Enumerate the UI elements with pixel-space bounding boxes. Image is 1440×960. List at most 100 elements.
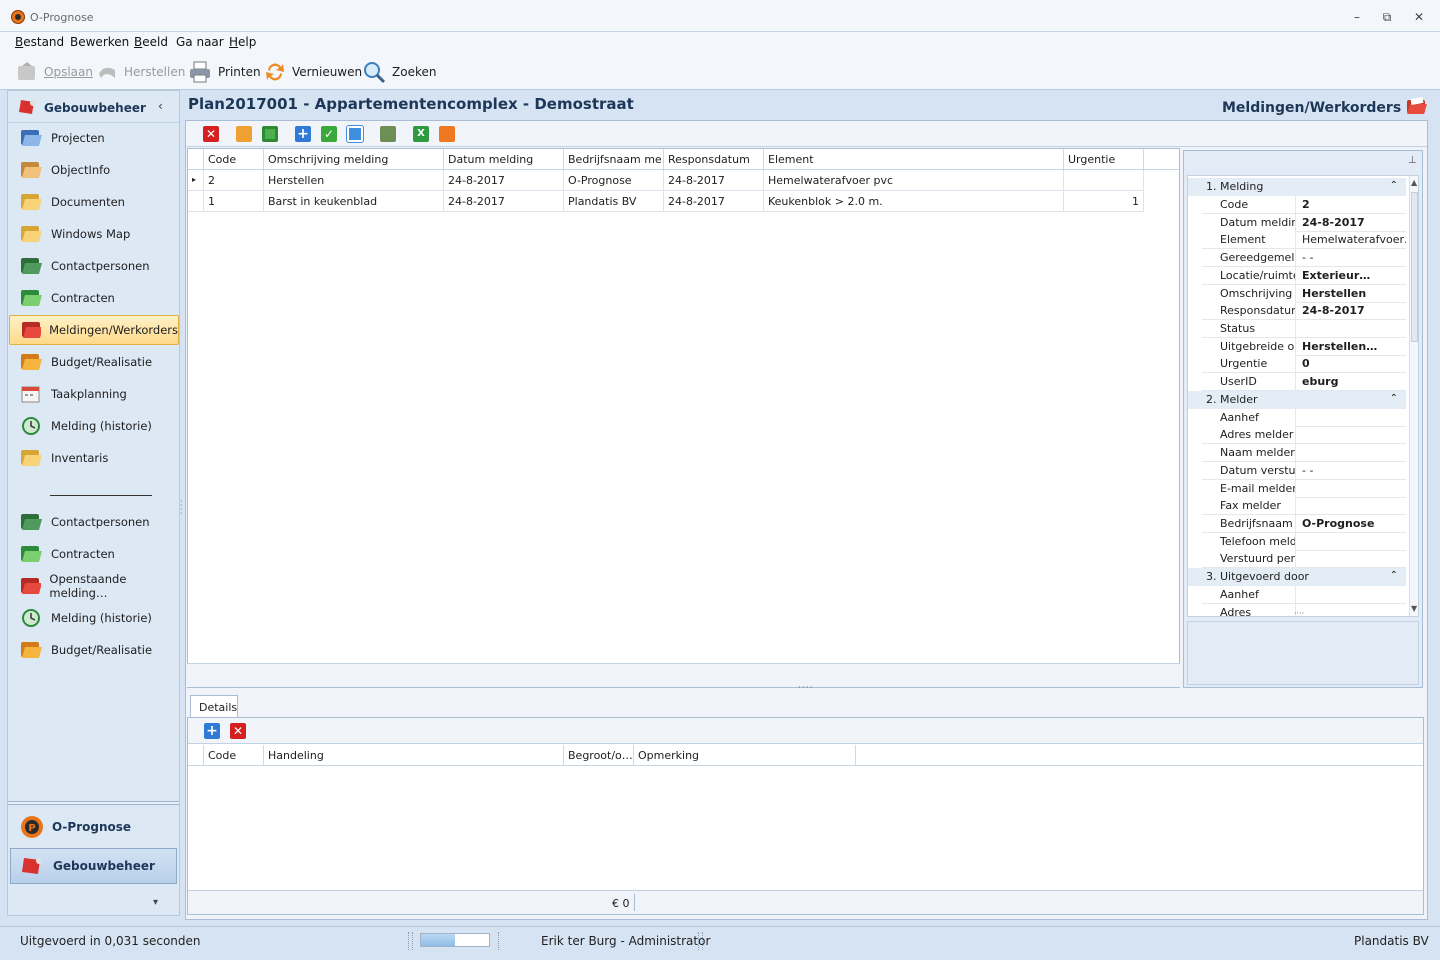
chevron-up-icon[interactable]: ⌃: [1390, 393, 1398, 404]
property-value[interactable]: [1297, 426, 1406, 443]
sidebar-item-budget-realisatie[interactable]: Budget/Realisatie: [9, 635, 179, 665]
nav-splitter[interactable]: [8, 801, 179, 805]
sidebar-item-contracten[interactable]: Contracten: [9, 539, 179, 569]
property-row[interactable]: Status: [1202, 319, 1406, 338]
window-icon[interactable]: [262, 126, 278, 142]
property-category[interactable]: 2. Melder ⌃: [1188, 390, 1406, 409]
document-icon[interactable]: [346, 125, 364, 143]
column-header-urgentie[interactable]: Urgentie: [1064, 149, 1144, 170]
property-value[interactable]: Exterieur…: [1297, 267, 1406, 284]
property-value[interactable]: [1297, 586, 1406, 603]
grid-view-icon[interactable]: [380, 126, 396, 142]
property-row[interactable]: Element Hemelwaterafvoer…: [1202, 231, 1406, 250]
menu-beeld[interactable]: Beeld: [134, 35, 168, 49]
property-value[interactable]: 2: [1297, 196, 1406, 213]
delete-icon[interactable]: ✕: [203, 126, 219, 142]
print-button[interactable]: Printen: [188, 60, 261, 84]
table-row[interactable]: 1 Barst in keukenblad 24-8-2017 Plandatis B…: [188, 191, 1179, 212]
property-category[interactable]: 1. Melding ⌃: [1188, 178, 1406, 196]
sidebar-item-inventaris[interactable]: Inventaris: [9, 443, 179, 473]
property-row[interactable]: Omschrijving meHerstellen: [1202, 284, 1406, 303]
sidebar-item-melding-historie[interactable]: Melding (historie): [9, 411, 179, 441]
chevron-up-icon[interactable]: ⌃: [1390, 180, 1398, 191]
horizontal-splitter[interactable]: ····: [798, 683, 813, 693]
property-value[interactable]: [1297, 497, 1406, 514]
pin-icon[interactable]: ⊥: [1408, 155, 1417, 166]
sidebar-item-budget-realisatie[interactable]: Budget/Realisatie: [9, 347, 179, 377]
undo-button[interactable]: Herstellen: [96, 60, 185, 84]
property-row[interactable]: Aanhef: [1202, 408, 1406, 427]
vertical-splitter[interactable]: · · · ·: [180, 498, 184, 518]
property-row[interactable]: E-mail melder: [1202, 479, 1406, 498]
column-header-datum[interactable]: Datum melding: [444, 149, 564, 170]
property-value[interactable]: 0: [1297, 355, 1406, 372]
column-header-code[interactable]: Code: [204, 149, 264, 170]
sidebar-item-windows-map[interactable]: Windows Map: [9, 219, 179, 249]
sidebar-item-melding-historie[interactable]: Melding (historie): [9, 603, 179, 633]
print-small-icon[interactable]: [439, 126, 455, 142]
refresh-button[interactable]: Vernieuwen: [264, 60, 362, 84]
sidebar-item-objectinfo[interactable]: ObjectInfo: [9, 155, 179, 185]
sidebar-item-taakplanning[interactable]: Taakplanning: [9, 379, 179, 409]
chevron-up-icon[interactable]: ⌃: [1390, 570, 1398, 581]
property-row[interactable]: Code 2: [1202, 196, 1406, 214]
property-row[interactable]: Locatie/ruimte Exterieur…: [1202, 266, 1406, 285]
property-row[interactable]: Verstuurd per: [1202, 550, 1406, 569]
menu-help[interactable]: Help: [229, 35, 256, 49]
details-add-icon[interactable]: +: [204, 723, 220, 739]
collapse-nav-button[interactable]: ‹: [158, 99, 163, 113]
property-row[interactable]: Bedrijfsnaam mO-Prognose: [1202, 514, 1406, 533]
property-value[interactable]: O-Prognose: [1297, 515, 1406, 532]
column-header-element[interactable]: Element: [764, 149, 1064, 170]
property-row[interactable]: Datum melding24-8-2017: [1202, 213, 1406, 232]
details-column-begroot[interactable]: Begroot/o…: [564, 745, 634, 766]
excel-export-icon[interactable]: X: [413, 126, 429, 142]
property-value[interactable]: [1297, 409, 1406, 426]
property-row[interactable]: Uitgebreide omsHerstellen…: [1202, 337, 1406, 356]
property-row[interactable]: Aanhef: [1202, 586, 1406, 604]
property-value[interactable]: - -: [1297, 249, 1406, 266]
property-value[interactable]: [1297, 550, 1406, 567]
sidebar-item-projecten[interactable]: Projecten: [9, 123, 179, 153]
details-column-code[interactable]: Code: [204, 745, 264, 766]
new-folder-icon[interactable]: [236, 126, 252, 142]
sidebar-item-meldingen-werkorders[interactable]: Meldingen/Werkorders: [9, 315, 179, 345]
table-row[interactable]: ▸ 2 Herstellen 24-8-2017 O-Prognose 24-8-2017…: [188, 170, 1179, 191]
menu-bewerken[interactable]: Bewerken: [70, 35, 129, 49]
details-column-opmerking[interactable]: Opmerking: [634, 745, 856, 766]
property-row[interactable]: UserID eburg: [1202, 373, 1406, 391]
menu-bestand[interactable]: Bestand: [15, 35, 64, 49]
sidebar-item-openstaande-melding[interactable]: Openstaande melding…: [9, 571, 179, 601]
property-value[interactable]: Herstellen…: [1297, 338, 1406, 355]
property-row[interactable]: Naam melder: [1202, 444, 1406, 463]
property-value[interactable]: [1297, 444, 1406, 461]
property-row[interactable]: Responsdatum 24-8-2017: [1202, 302, 1406, 321]
property-value[interactable]: [1297, 480, 1406, 497]
property-row[interactable]: Gereedgemeld - -: [1202, 249, 1406, 268]
property-value[interactable]: - -: [1297, 462, 1406, 479]
close-button[interactable]: ✕: [1406, 8, 1432, 26]
property-category[interactable]: 3. Uitgevoerd door ⌃: [1188, 568, 1406, 586]
property-value[interactable]: [1297, 533, 1406, 550]
property-row[interactable]: Adres melder: [1202, 426, 1406, 445]
column-header-omschrijving[interactable]: Omschrijving melding: [264, 149, 444, 170]
property-row[interactable]: Urgentie 0: [1202, 355, 1406, 374]
property-row[interactable]: Fax melder: [1202, 497, 1406, 516]
property-value[interactable]: Herstellen: [1297, 285, 1406, 302]
column-header-responsdatum[interactable]: Responsdatum: [664, 149, 764, 170]
property-value[interactable]: 24-8-2017: [1297, 302, 1406, 319]
check-icon[interactable]: ✓: [321, 126, 337, 142]
minimize-button[interactable]: –: [1344, 8, 1370, 26]
property-value[interactable]: eburg: [1297, 373, 1406, 390]
search-button[interactable]: Zoeken: [362, 60, 436, 84]
menu-ga-naar[interactable]: Ga naar: [176, 35, 224, 49]
property-row[interactable]: Datum verstuur - -: [1202, 461, 1406, 480]
nav-options-button[interactable]: ▾: [153, 897, 158, 908]
property-row[interactable]: Telefoon melde: [1202, 532, 1406, 551]
tab-details[interactable]: Details: [190, 695, 238, 717]
save-button[interactable]: Opslaan: [16, 60, 93, 84]
property-splitter[interactable]: ····: [1294, 609, 1304, 618]
property-value[interactable]: [1297, 320, 1406, 337]
property-value[interactable]: Hemelwaterafvoer…: [1297, 231, 1406, 248]
sidebar-item-documenten[interactable]: Documenten: [9, 187, 179, 217]
